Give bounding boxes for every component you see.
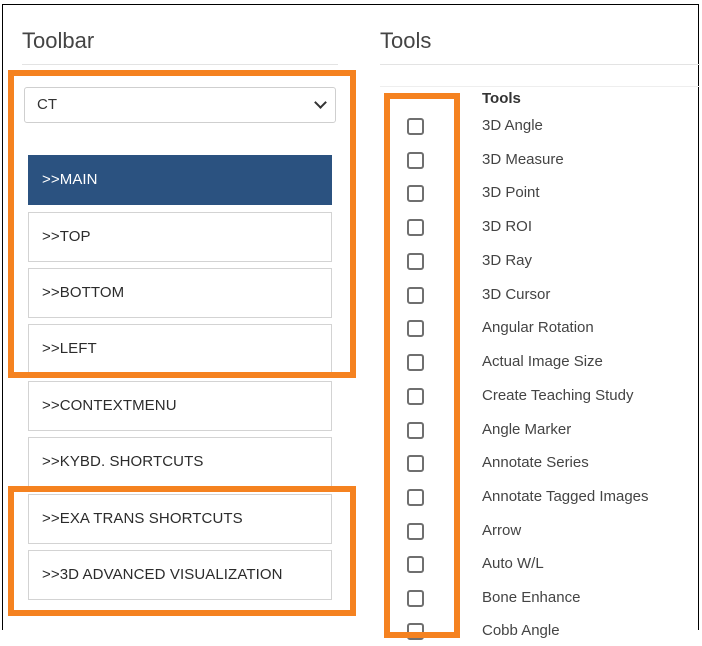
tools-heading: Tools	[380, 28, 432, 53]
tool-label: Angular Rotation	[482, 319, 594, 336]
tool-label: Annotate Tagged Images	[482, 488, 649, 505]
tools-table-top-border	[380, 86, 700, 87]
toolbar-divider	[22, 64, 338, 65]
tool-label: Angle Marker	[482, 421, 572, 438]
tool-label: Annotate Series	[482, 454, 589, 471]
tool-label: 3D Point	[482, 184, 540, 201]
tool-label: 3D Cursor	[482, 286, 551, 303]
tool-label: Create Teaching Study	[482, 387, 634, 404]
highlight-box-advanced-sections	[8, 486, 356, 616]
tools-column-header: Tools	[482, 90, 521, 107]
tool-label: Cobb Angle	[482, 622, 560, 639]
tool-label: Auto W/L	[482, 555, 544, 572]
highlight-box-sections	[8, 70, 356, 378]
tools-divider	[380, 64, 700, 65]
tool-label: 3D ROI	[482, 218, 533, 235]
tool-row: Angle Marker	[0, 415, 702, 445]
toolbar-heading: Toolbar	[22, 28, 95, 53]
tool-row: Create Teaching Study	[0, 381, 702, 411]
tool-label: Arrow	[482, 522, 522, 539]
tool-label: Actual Image Size	[482, 353, 603, 370]
tool-row: Cobb Angle	[0, 616, 702, 646]
tool-row: Annotate Series	[0, 448, 702, 478]
tool-label: 3D Ray	[482, 252, 533, 269]
highlight-box-tool-checkboxes	[384, 93, 460, 638]
tool-label: 3D Angle	[482, 117, 543, 134]
tool-label: 3D Measure	[482, 151, 564, 168]
tool-label: Bone Enhance	[482, 589, 581, 606]
